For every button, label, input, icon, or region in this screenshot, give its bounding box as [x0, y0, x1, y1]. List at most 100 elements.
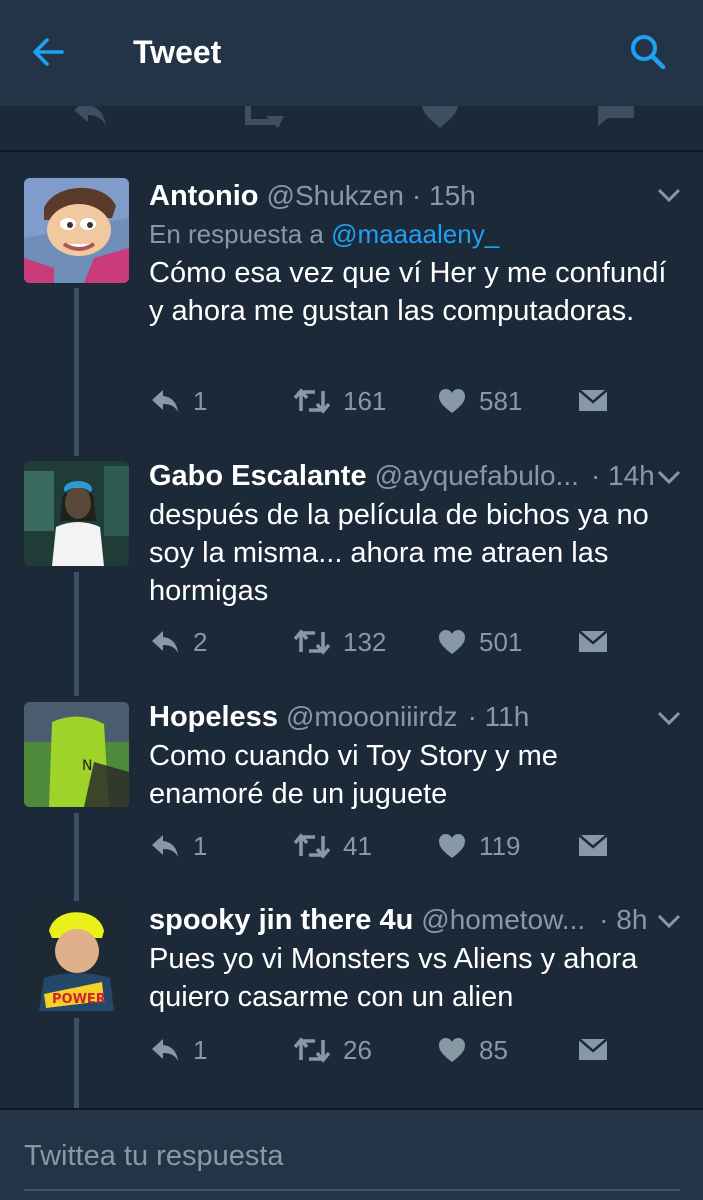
user-handle[interactable]: @Shukzen	[267, 176, 404, 216]
like-icon[interactable]	[418, 106, 462, 132]
top-bar: Tweet	[0, 0, 703, 106]
retweet-count: 26	[343, 1034, 372, 1065]
retweet-icon	[293, 629, 331, 655]
message-button[interactable]	[577, 1033, 609, 1067]
tweet-text: Pues yo vi Monsters vs Aliens y ahora qu…	[149, 943, 638, 1013]
like-count: 119	[479, 830, 521, 861]
avatar-image: POWER	[24, 906, 129, 1011]
chevron-down-icon[interactable]	[654, 906, 684, 936]
tweet-text: Como cuando vi Toy Story y me enamoré de…	[149, 740, 558, 810]
reply-icon	[152, 390, 178, 412]
retweet-count: 161	[343, 385, 387, 416]
retweet-icon	[293, 833, 331, 859]
user-handle[interactable]: @ayquefabulo...	[375, 456, 579, 496]
thread-line	[74, 572, 79, 696]
avatar[interactable]: POWER	[24, 906, 129, 1011]
message-button[interactable]	[577, 829, 609, 863]
like-count: 501	[479, 626, 523, 657]
retweet-button[interactable]: 132	[293, 625, 386, 659]
in-reply-prefix: En respuesta a	[149, 219, 324, 249]
avatar-image	[24, 178, 129, 283]
reply-button[interactable]: 1	[149, 1033, 207, 1067]
tweet-text: después de la película de bichos ya no s…	[149, 499, 649, 607]
avatar[interactable]	[24, 178, 129, 283]
back-button[interactable]	[26, 30, 70, 74]
chevron-down-icon[interactable]	[654, 703, 684, 733]
retweet-button[interactable]: 161	[293, 384, 386, 418]
like-button[interactable]: 501	[437, 625, 522, 659]
like-icon	[439, 630, 465, 654]
page-title: Tweet	[133, 34, 222, 70]
in-reply-mention[interactable]: @maaaaleny_	[331, 219, 499, 249]
user-name[interactable]: Gabo Escalante	[149, 456, 367, 496]
user-handle[interactable]: @moooniiirdz	[286, 697, 458, 737]
like-count: 85	[479, 1034, 508, 1065]
message-icon	[578, 630, 608, 652]
reply-icon[interactable]	[66, 106, 110, 132]
reply-icon	[152, 835, 178, 857]
tweet-time: · 15h	[411, 180, 476, 211]
tweet-header: Antonio @Shukzen · 15h	[149, 176, 476, 216]
avatar-image: N	[24, 702, 129, 807]
user-name[interactable]: Antonio	[149, 176, 259, 216]
reply-count: 1	[193, 830, 208, 861]
chevron-down-icon[interactable]	[654, 462, 684, 492]
reply-count: 1	[193, 385, 208, 416]
avatar-image	[24, 461, 129, 566]
tweet-actions: 1 26 85	[149, 1033, 619, 1067]
in-reply-to: En respuesta a @maaaaleny_	[149, 216, 499, 252]
svg-text:POWER: POWER	[52, 992, 106, 1007]
reply-count: 1	[193, 1034, 208, 1065]
like-button[interactable]: 85	[437, 1033, 508, 1067]
tweet-header: Hopeless @moooniiirdz · 11h	[149, 697, 529, 737]
tweet-time: · 8h	[599, 904, 648, 935]
reply-button[interactable]: 2	[149, 625, 207, 659]
input-underline	[24, 1189, 680, 1191]
arrow-left-icon	[33, 38, 64, 66]
reply-icon	[152, 631, 178, 653]
reply-button[interactable]: 1	[149, 384, 207, 418]
tweet-actions: 2 132 501	[149, 625, 619, 659]
retweet-button[interactable]: 41	[293, 829, 372, 863]
user-name[interactable]: Hopeless	[149, 697, 278, 737]
reply-input[interactable]: Twittea tu respuesta	[24, 1136, 680, 1176]
like-button[interactable]: 581	[437, 384, 522, 418]
retweet-icon	[293, 1037, 331, 1063]
like-icon	[439, 1038, 465, 1062]
like-button[interactable]: 119	[437, 829, 520, 863]
retweet-icon	[293, 388, 331, 414]
reply-count: 2	[193, 626, 208, 657]
reply-icon	[152, 1039, 178, 1061]
message-button[interactable]	[577, 625, 609, 659]
reply-button[interactable]: 1	[149, 829, 207, 863]
tweet-header: Gabo Escalante @ayquefabulo... · 14h	[149, 456, 655, 496]
message-icon[interactable]	[594, 106, 638, 132]
search-icon	[631, 35, 666, 70]
retweet-count: 41	[343, 830, 372, 861]
like-icon	[439, 389, 465, 413]
like-count: 581	[479, 385, 523, 416]
user-handle[interactable]: @hometow...	[421, 900, 585, 940]
tweet-header: spooky jin there 4u @hometow... · 8h	[149, 900, 647, 940]
chevron-down-icon[interactable]	[654, 180, 684, 210]
message-button[interactable]	[577, 384, 609, 418]
retweet-icon[interactable]	[244, 106, 288, 132]
search-button[interactable]	[624, 28, 672, 76]
svg-text:N: N	[82, 758, 92, 774]
tweet-text: Cómo esa vez que ví Her y me confundí y …	[149, 257, 667, 327]
message-icon	[578, 1038, 608, 1060]
tweet-time: · 14h	[590, 460, 655, 491]
retweet-button[interactable]: 26	[293, 1033, 372, 1067]
thread-line	[74, 288, 79, 456]
message-icon	[578, 834, 608, 856]
like-icon	[439, 834, 465, 858]
main-tweet-actions	[0, 106, 703, 152]
thread-line	[74, 1018, 79, 1108]
tweet-time: · 11h	[467, 701, 530, 732]
user-name[interactable]: spooky jin there 4u	[149, 900, 413, 940]
avatar[interactable]: N	[24, 702, 129, 807]
compose-bar: Twittea tu respuesta	[0, 1108, 703, 1200]
retweet-count: 132	[343, 626, 387, 657]
tweet-actions: 1 41 119	[149, 829, 619, 863]
avatar[interactable]	[24, 461, 129, 566]
